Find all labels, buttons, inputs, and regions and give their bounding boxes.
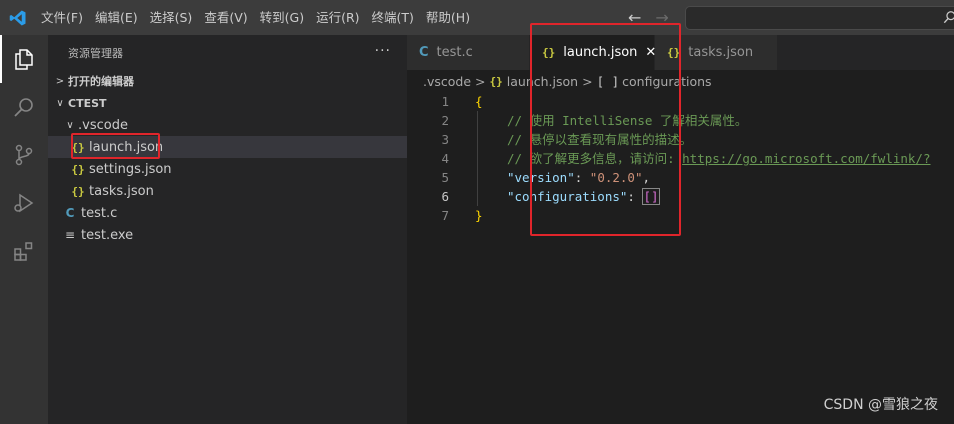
menu-file[interactable]: 文件(F): [35, 0, 89, 35]
menu-run[interactable]: 运行(R): [310, 0, 365, 35]
exe-file-icon: ≡: [64, 228, 76, 242]
menu-help[interactable]: 帮助(H): [420, 0, 476, 35]
more-actions-icon[interactable]: ···: [375, 43, 391, 59]
search-icon: [14, 98, 33, 117]
chevron-down-icon: ∨: [66, 119, 74, 131]
line-number: 1: [441, 94, 449, 109]
workspace-label: CTEST: [68, 96, 107, 110]
explorer-title: 资源管理器: [68, 46, 123, 60]
line-number: 4: [441, 151, 449, 166]
file-tasks-json[interactable]: {} tasks.json: [48, 180, 407, 202]
search-activity[interactable]: [0, 83, 48, 131]
tab-label: test.c: [436, 45, 473, 60]
source-control-activity[interactable]: [0, 131, 48, 179]
line-number: 2: [441, 113, 449, 128]
file-label: tasks.json: [89, 183, 154, 199]
line-number: 7: [441, 208, 449, 223]
menu-bar: 文件(F) 编辑(E) 选择(S) 查看(V) 转到(G) 运行(R) 终端(T…: [35, 0, 476, 35]
code-text: }: [475, 206, 483, 225]
menu-terminal[interactable]: 终端(T): [366, 0, 420, 35]
explorer-activity[interactable]: [0, 35, 48, 83]
explorer-sidebar: 资源管理器 ··· > 打开的编辑器 ∨ CTEST ∨ .vscode {} …: [48, 35, 407, 424]
line-number: 6: [441, 189, 449, 204]
source-control-icon: [15, 144, 33, 166]
run-debug-activity[interactable]: [0, 179, 48, 227]
explorer-header: 资源管理器 ···: [48, 35, 407, 70]
file-settings-json[interactable]: {} settings.json: [48, 158, 407, 180]
c-file-icon: C: [419, 45, 429, 60]
open-brace: {: [475, 94, 483, 109]
annotation-highlight-tab: [530, 23, 681, 236]
code-text: {: [475, 92, 483, 111]
workspace-section[interactable]: ∨ CTEST: [48, 92, 407, 114]
annotation-highlight-sidebar: [71, 133, 160, 159]
file-label: test.exe: [81, 227, 134, 243]
menu-selection[interactable]: 选择(S): [144, 0, 199, 35]
c-file-icon: C: [65, 206, 75, 220]
run-debug-icon: [14, 193, 34, 213]
line-number: 3: [441, 132, 449, 147]
line-number: 5: [441, 170, 449, 185]
folder-label: .vscode: [78, 117, 128, 133]
title-bar: 文件(F) 编辑(E) 选择(S) 查看(V) 转到(G) 运行(R) 终端(T…: [0, 0, 954, 35]
search-icon[interactable]: [943, 10, 954, 24]
extensions-icon: [14, 242, 33, 261]
menu-view[interactable]: 查看(V): [198, 0, 253, 35]
watermark: CSDN @雪狼之夜: [823, 397, 938, 413]
open-editors-section[interactable]: > 打开的编辑器: [48, 70, 407, 92]
open-editors-label: 打开的编辑器: [68, 75, 134, 88]
vscode-logo-icon: [0, 0, 35, 35]
chevron-right-icon: >: [475, 73, 486, 89]
menu-edit[interactable]: 编辑(E): [89, 0, 144, 35]
json-file-icon: {}: [71, 184, 85, 198]
breadcrumb-folder[interactable]: .vscode: [423, 74, 471, 89]
json-file-icon: {}: [71, 162, 85, 176]
file-label: test.c: [81, 205, 118, 221]
tab-label: tasks.json: [688, 45, 754, 60]
activity-bar: [0, 35, 48, 424]
indent-guide: [477, 111, 478, 206]
files-icon: [15, 49, 33, 70]
tab-test-c[interactable]: C test.c: [407, 35, 530, 70]
chevron-down-icon: ∨: [56, 97, 64, 109]
comment-link[interactable]: https://go.microsoft.com/fwlink/?: [682, 151, 930, 166]
file-label: settings.json: [89, 161, 172, 177]
file-test-exe[interactable]: ≡ test.exe: [48, 224, 407, 246]
file-test-c[interactable]: C test.c: [48, 202, 407, 224]
json-file-icon: {}: [489, 74, 503, 88]
menu-go[interactable]: 转到(G): [254, 0, 310, 35]
close-brace: }: [475, 208, 483, 223]
extensions-activity[interactable]: [0, 227, 48, 275]
command-center-search[interactable]: [685, 6, 954, 30]
chevron-right-icon: >: [55, 75, 65, 87]
